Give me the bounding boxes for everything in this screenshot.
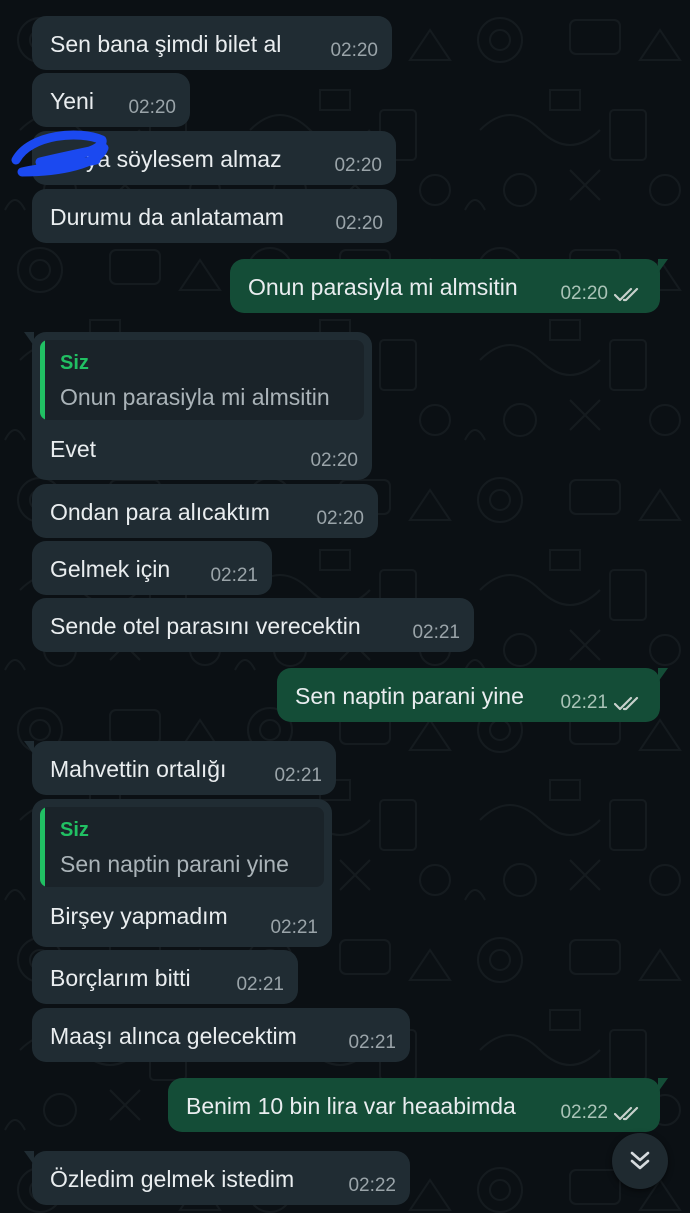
message-time: 02:20 [560, 283, 608, 304]
message-time: 02:20 [316, 508, 364, 529]
message-incoming[interactable]: Sen bana şimdi bilet al 02:20 [32, 16, 392, 70]
redaction-scribble [11, 130, 109, 177]
message-time: 02:21 [236, 974, 284, 995]
message-time: 02:21 [210, 565, 258, 586]
message-text: Gelmek için [50, 556, 171, 582]
message-time: 02:22 [348, 1175, 396, 1196]
message-incoming[interactable]: Gelmek için 02:21 [32, 541, 272, 595]
message-text: Borçlarım bitti [50, 965, 191, 991]
double-check-icon [614, 287, 639, 302]
message-text: Durumu da anlatamam [50, 204, 284, 230]
message-time: 02:20 [128, 97, 176, 118]
message-incoming-reply[interactable]: Siz Sen naptin parani yine Birşey yapmad… [32, 799, 332, 947]
double-check-icon [614, 1106, 639, 1121]
message-incoming[interactable]: Durumu da anlatamam 02:20 [32, 189, 397, 243]
message-text: Sen bana şimdi bilet al [50, 31, 282, 57]
message-text: Özledim gelmek istedim [50, 1166, 295, 1192]
quote-text: Sen naptin parani yine [60, 851, 289, 877]
message-text: ya söylesem almaz [86, 146, 282, 172]
quoted-message[interactable]: Siz Sen naptin parani yine [40, 807, 324, 887]
quote-author: Siz [60, 819, 89, 841]
quote-accent-bar [40, 807, 45, 887]
message-incoming[interactable]: Mahvettin ortalığı 02:21 [24, 741, 336, 795]
message-outgoing[interactable]: Onun parasiyla mi almsitin 02:20 [230, 259, 668, 313]
quote-author: Siz [60, 352, 89, 374]
message-text: Sen naptin parani yine [295, 683, 524, 709]
message-incoming[interactable]: Ondan para alıcaktım 02:20 [32, 484, 378, 538]
quote-text: Onun parasiyla mi almsitin [60, 384, 330, 410]
message-incoming[interactable]: Özledim gelmek istedim 02:22 [24, 1151, 410, 1205]
message-time: 02:21 [270, 917, 318, 938]
message-text: Birşey yapmadım [50, 903, 228, 929]
message-text: Yeni [50, 88, 94, 114]
message-outgoing[interactable]: Benim 10 bin lira var heaabimda 02:22 [168, 1078, 668, 1132]
message-text: Sende otel parasını verecektin [50, 613, 361, 639]
message-text: Ondan para alıcaktım [50, 499, 270, 525]
message-incoming-reply[interactable]: Siz Onun parasiyla mi almsitin Evet 02:2… [24, 332, 372, 480]
message-incoming[interactable]: Sende otel parasını verecektin 02:21 [32, 598, 474, 652]
message-outgoing[interactable]: Sen naptin parani yine 02:21 [277, 668, 668, 722]
message-time: 02:20 [334, 155, 382, 176]
message-time: 02:20 [335, 213, 383, 234]
quote-accent-bar [40, 340, 45, 420]
message-time: 02:21 [348, 1032, 396, 1053]
message-time: 02:21 [560, 692, 608, 713]
message-time: 02:21 [274, 765, 322, 786]
message-time: 02:21 [412, 622, 460, 643]
chat-area[interactable]: Sen bana şimdi bilet al 02:20 Yeni 02:20… [0, 0, 690, 1213]
message-time: 02:22 [560, 1102, 608, 1123]
double-chevron-down-icon [630, 1151, 650, 1170]
message-incoming[interactable]: Maaşı alınca gelecektim 02:21 [32, 1008, 410, 1062]
double-check-icon [614, 696, 639, 711]
message-incoming[interactable]: Borçlarım bitti 02:21 [32, 950, 298, 1004]
message-incoming[interactable]: Yeni 02:20 [32, 73, 190, 127]
message-text: Maaşı alınca gelecektim [50, 1023, 297, 1049]
message-time: 02:20 [310, 450, 358, 471]
message-text: Mahvettin ortalığı [50, 756, 227, 782]
message-text: Benim 10 bin lira var heaabimda [186, 1093, 516, 1119]
message-time: 02:20 [330, 40, 378, 61]
message-text: Evet [50, 436, 97, 462]
message-text: Onun parasiyla mi almsitin [248, 274, 518, 300]
scroll-to-bottom-button[interactable] [612, 1133, 668, 1189]
quoted-message[interactable]: Siz Onun parasiyla mi almsitin [40, 340, 364, 420]
